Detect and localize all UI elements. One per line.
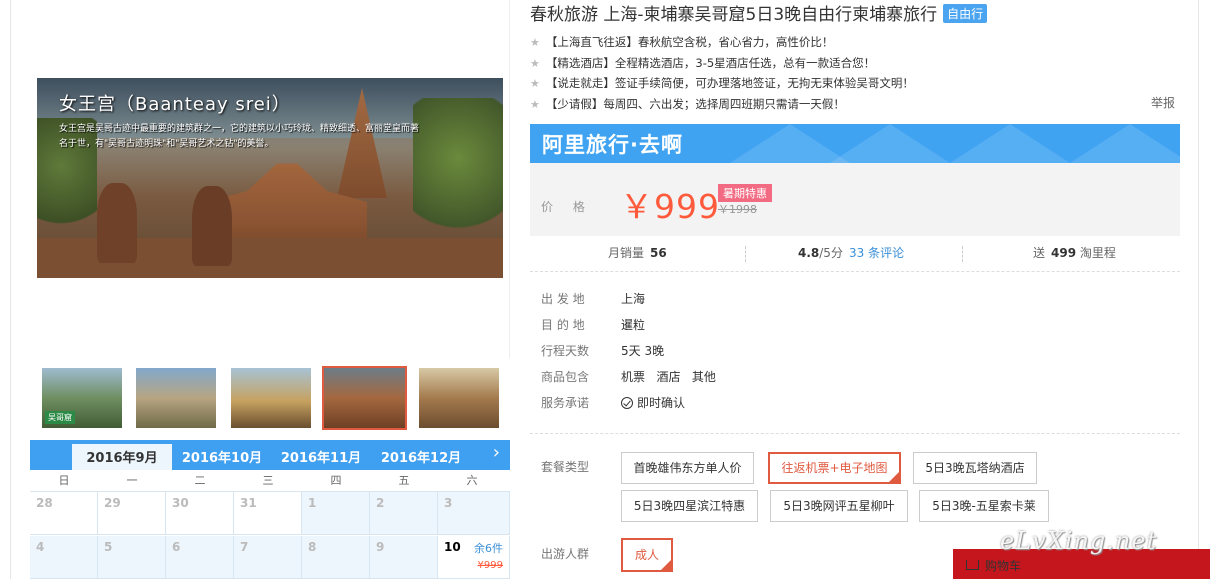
calendar-day: 1 — [302, 492, 370, 535]
price-box: 价 格 ￥999 暑期特惠 ￥1998 — [530, 163, 1180, 236]
brand-logo: 阿里旅行·去啊 — [542, 133, 683, 157]
thumbnail-2[interactable] — [136, 368, 216, 428]
calendar-weekdays: 日 一 二 三 四 五 六 — [30, 470, 510, 492]
weekday: 六 — [466, 474, 478, 487]
cart-icon — [966, 560, 979, 570]
calendar-day: 2 — [370, 492, 438, 535]
tab-month-dec[interactable]: 2016年12月 — [371, 444, 471, 470]
calendar-day: 29 — [98, 492, 166, 535]
photo-title: 女王宫（Baanteay srei） — [59, 94, 291, 115]
package-option[interactable]: 5日3晚-五星索卡莱 — [919, 490, 1049, 522]
calendar-day: 7 — [234, 536, 302, 579]
thumbnail-1[interactable]: 吴哥窟 — [42, 368, 122, 428]
feature-item: ★ 【上海直飞往返】春秋航空含税，省心省力，高性价比！ — [530, 35, 834, 49]
star-icon: ★ — [530, 56, 540, 70]
report-link[interactable]: 举报 — [1151, 94, 1175, 111]
right-border — [1198, 0, 1199, 579]
calendar-day-available[interactable]: 10 余6件 ¥999 — [438, 536, 510, 579]
product-info: 出 发 地上海 目 的 地暹粒 行程天数 5天 3晚 商品包含 机票 酒店 其他 服… — [541, 290, 716, 420]
package-option[interactable]: 5日3晚瓦塔纳酒店 — [913, 452, 1037, 484]
calendar-day: 6 — [166, 536, 234, 579]
package-option[interactable]: 5日3晚四星滨江特惠 — [621, 490, 758, 522]
monthly-sales: 月销量 56 — [608, 246, 667, 260]
calendar-day: 9 — [370, 536, 438, 579]
left-border — [10, 0, 11, 579]
stats-bar: 月销量 56 4.8/5分 33 条评论 送 499 淘里程 — [530, 238, 1180, 272]
rating: 4.8/5分 33 条评论 — [798, 246, 905, 260]
product-title: 春秋旅游 上海-柬埔寨吴哥窟5日3晚自由行柬埔寨旅行 自由行 — [530, 0, 988, 25]
calendar-day: 30 — [166, 492, 234, 535]
package-option[interactable]: 首晚雄伟东方单人价 — [621, 452, 754, 484]
chevron-right-icon[interactable]: › — [493, 442, 500, 463]
promo-badge: 暑期特惠 — [718, 184, 772, 202]
info-row-duration: 行程天数 5天 3晚 — [541, 344, 665, 358]
cart-label: 购物车 — [985, 559, 1022, 573]
main-image-panel: 女王宫（Baanteay srei） 女王宫是吴哥古迹中最重要的建筑群之一，它的… — [30, 0, 510, 358]
package-option-selected[interactable]: 往返机票+电子地图 — [768, 452, 901, 484]
star-icon: ★ — [530, 77, 540, 90]
package-label: 套餐类型 — [541, 460, 590, 474]
divider — [530, 433, 1180, 434]
reviews-link[interactable]: 33 条评论 — [849, 246, 904, 260]
product-title-text: 春秋旅游 上海-柬埔寨吴哥窟5日3晚自由行柬埔寨旅行 — [530, 5, 938, 25]
thumbnail-5[interactable] — [419, 368, 499, 428]
info-row-departure: 出 发 地上海 — [541, 292, 646, 306]
tab-month-oct[interactable]: 2016年10月 — [172, 444, 272, 470]
calendar-day: 31 — [234, 492, 302, 535]
crowd-option-adult[interactable]: 成人 — [621, 538, 673, 572]
weekday: 日 — [58, 474, 70, 487]
calendar-day: 5 — [98, 536, 166, 579]
feature-item: ★ 【少请假】每周四、六出发；选择周四班期只需请一天假！ — [530, 96, 845, 111]
tab-month-sep[interactable]: 2016年9月 — [72, 444, 172, 470]
thumbnail-strip: 吴哥窟 — [30, 358, 510, 440]
points-reward: 送 499 淘里程 — [1033, 246, 1116, 260]
weekday: 三 — [262, 474, 274, 487]
weekday: 二 — [194, 474, 206, 487]
info-row-service: 服务承诺 即时确认 — [541, 396, 686, 410]
info-row-includes: 商品包含 机票 酒店 其他 — [541, 370, 716, 384]
original-price: ￥1998 — [718, 203, 757, 216]
available-price: ¥999 — [477, 560, 503, 571]
product-page: 女王宫（Baanteay srei） 女王宫是吴哥古迹中最重要的建筑群之一，它的… — [0, 0, 1210, 579]
info-row-destination: 目 的 地暹粒 — [541, 318, 646, 332]
thumbnail-3[interactable] — [231, 368, 311, 428]
calendar-day: 28 — [30, 492, 98, 535]
weekday: 五 — [398, 474, 410, 487]
thumb-badge: 吴哥窟 — [45, 411, 75, 424]
star-icon: ★ — [530, 36, 540, 49]
calendar-month-tabs: 2016年9月 2016年10月 2016年11月 2016年12月 › — [30, 440, 510, 470]
package-option[interactable]: 5日3晚网评五星柳叶 — [770, 490, 908, 522]
main-photo[interactable]: 女王宫（Baanteay srei） 女王宫是吴哥古迹中最重要的建筑群之一，它的… — [37, 78, 503, 278]
calendar-day: 3 — [438, 492, 510, 535]
weekday: 四 — [330, 474, 342, 487]
watermark: eLvXing.net — [1000, 527, 1158, 555]
tab-month-nov[interactable]: 2016年11月 — [271, 444, 371, 470]
calendar-day: 4 — [30, 536, 98, 579]
feature-item: ★ 【说走就走】签证手续简便，可办理落地签证，无拘无束体验吴哥文明！ — [530, 76, 914, 90]
calendar-grid: 28 29 30 31 1 2 3 4 5 6 7 8 9 10 余6件 ¥99… — [30, 492, 510, 579]
thumbnail-4-selected[interactable] — [322, 366, 407, 430]
price-label: 价 格 — [541, 200, 593, 214]
departure-calendar: 2016年9月 2016年10月 2016年11月 2016年12月 › 日 一… — [30, 440, 510, 579]
feature-list: ★ 【上海直飞往返】春秋航空含税，省心省力，高性价比！ ★ 【精选酒店】全程精选酒店… — [530, 32, 1180, 114]
available-stock: 余6件 — [474, 542, 503, 555]
star-icon: ★ — [530, 97, 540, 111]
photo-caption: 女王宫是吴哥古迹中最重要的建筑群之一，它的建筑以小巧玲珑、精致细透、富丽堂皇而著… — [59, 124, 420, 149]
weekday: 一 — [126, 474, 138, 487]
calendar-day: 8 — [302, 536, 370, 579]
feature-item: ★ 【精选酒店】全程精选酒店，3-5星酒店任选，总有一款适合您！ — [530, 55, 876, 70]
available-day-number: 10 — [444, 540, 461, 554]
check-circle-icon — [621, 397, 633, 409]
crowd-label: 出游人群 — [541, 547, 590, 561]
brand-banner: 阿里旅行·去啊 — [530, 124, 1180, 163]
price-value: ￥999 — [620, 187, 720, 226]
free-travel-tag: 自由行 — [943, 4, 988, 23]
